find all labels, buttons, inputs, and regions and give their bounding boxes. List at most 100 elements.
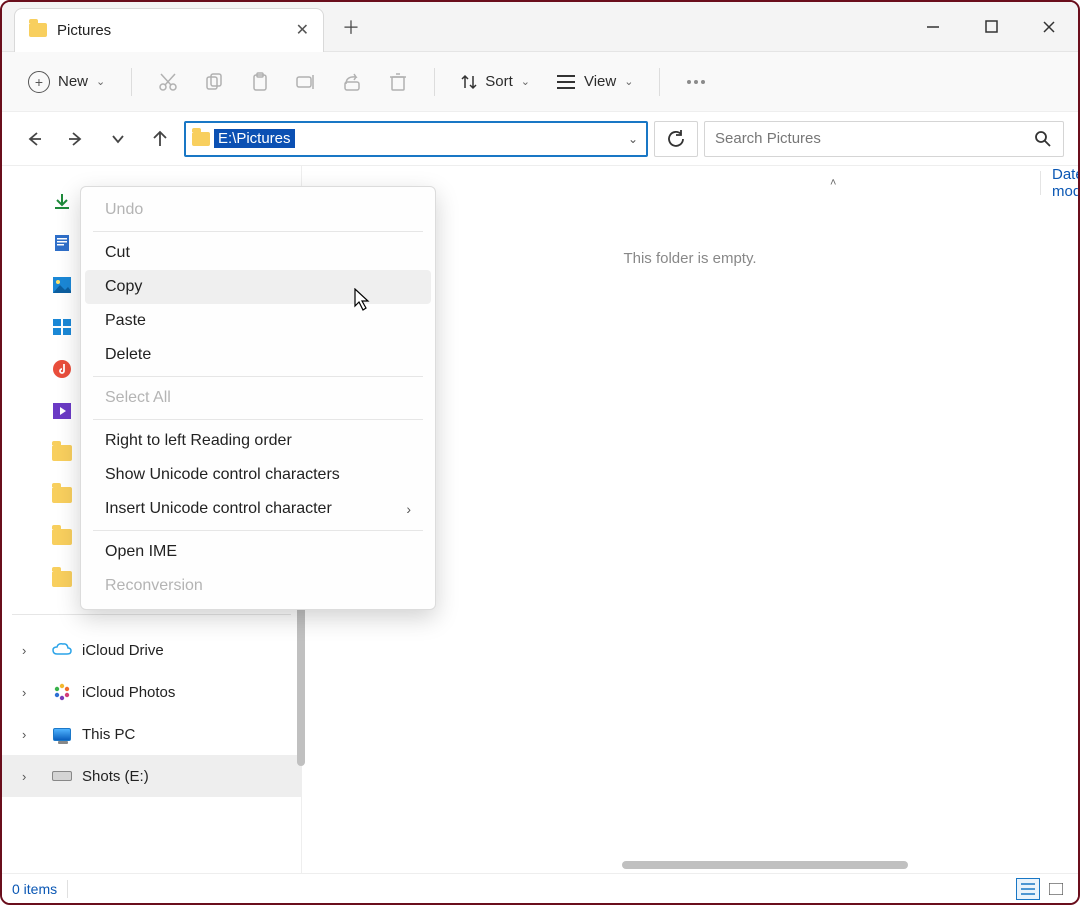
sidebar-item-this-pc[interactable]: › This PC (2, 713, 301, 755)
delete-button[interactable] (378, 62, 418, 102)
list-icon (556, 74, 576, 90)
command-bar: + New ⌄ Sort ⌄ View ⌄ (2, 52, 1078, 112)
title-bar: Pictures ✕ ＋ (2, 2, 1078, 52)
thumbnails-view-button[interactable] (1044, 878, 1068, 900)
toolbar-separator (659, 68, 660, 96)
view-button-label: View (584, 73, 616, 90)
maximize-icon (985, 20, 998, 33)
separator (12, 614, 291, 615)
navigation-bar: E:\Pictures ⌄ Search Pictures (2, 112, 1078, 166)
tab-title: Pictures (57, 22, 111, 39)
sort-button[interactable]: Sort ⌄ (451, 67, 540, 97)
sort-icon (461, 73, 477, 91)
chevron-down-icon: ⌄ (624, 75, 633, 88)
folder-icon (52, 487, 72, 503)
thumbnails-view-icon (1049, 883, 1063, 895)
drive-icon (52, 767, 72, 785)
chevron-right-icon[interactable]: › (22, 769, 26, 784)
arrow-right-icon (67, 130, 85, 148)
menu-item-open-ime[interactable]: Open IME (85, 535, 431, 569)
arrow-left-icon (25, 130, 43, 148)
sidebar-item-label: Shots (E:) (82, 768, 149, 785)
pictures-icon (52, 276, 72, 294)
recent-locations-button[interactable] (100, 121, 136, 157)
menu-item-rtl[interactable]: Right to left Reading order (85, 424, 431, 458)
new-button[interactable]: + New ⌄ (18, 65, 115, 99)
view-button[interactable]: View ⌄ (546, 67, 643, 96)
address-bar[interactable]: E:\Pictures ⌄ (184, 121, 648, 157)
chevron-right-icon[interactable]: › (22, 685, 26, 700)
chevron-right-icon[interactable]: › (22, 643, 26, 658)
sidebar-item-icloud-drive[interactable]: › iCloud Drive (2, 629, 301, 671)
music-icon (52, 360, 72, 378)
context-menu: Undo Cut Copy Paste Delete Select All Ri… (80, 186, 436, 610)
folder-icon (29, 23, 47, 37)
search-icon[interactable] (1035, 131, 1051, 147)
scissors-icon (158, 72, 178, 92)
close-icon (1042, 20, 1056, 34)
menu-item-undo: Undo (85, 193, 431, 227)
chevron-down-icon: ⌄ (96, 75, 105, 88)
menu-separator (93, 376, 423, 377)
copy-button[interactable] (194, 62, 234, 102)
cut-button[interactable] (148, 62, 188, 102)
refresh-button[interactable] (654, 121, 698, 157)
document-icon (52, 234, 72, 252)
rename-button[interactable] (286, 62, 326, 102)
new-button-label: New (58, 73, 88, 90)
chevron-down-icon[interactable]: ⌄ (628, 132, 638, 146)
menu-item-show-unicode[interactable]: Show Unicode control characters (85, 458, 431, 492)
chevron-down-icon: ⌄ (521, 75, 530, 88)
plus-circle-icon: + (28, 71, 50, 93)
maximize-button[interactable] (962, 2, 1020, 52)
sidebar-item-label: iCloud Drive (82, 642, 164, 659)
column-separator[interactable] (1040, 171, 1041, 195)
sidebar-item-shots-e[interactable]: › Shots (E:) (2, 755, 301, 797)
pc-icon (52, 725, 72, 743)
share-icon (342, 72, 362, 92)
video-icon (52, 402, 72, 420)
search-placeholder: Search Pictures (715, 130, 821, 147)
forward-button[interactable] (58, 121, 94, 157)
search-box[interactable]: Search Pictures (704, 121, 1064, 157)
sidebar-item-label: This PC (82, 726, 135, 743)
toolbar-separator (434, 68, 435, 96)
close-window-button[interactable] (1020, 2, 1078, 52)
arrow-up-icon (151, 130, 169, 148)
file-explorer-window: Pictures ✕ ＋ + New ⌄ Sort ⌄ (0, 0, 1080, 905)
minimize-icon (926, 20, 940, 34)
paste-button[interactable] (240, 62, 280, 102)
back-button[interactable] (16, 121, 52, 157)
horizontal-scrollbar[interactable] (622, 861, 908, 869)
close-tab-icon[interactable]: ✕ (296, 20, 309, 40)
sidebar-item-label: iCloud Photos (82, 684, 175, 701)
folder-icon (52, 571, 72, 587)
sidebar-item-icloud-photos[interactable]: › iCloud Photos (2, 671, 301, 713)
menu-separator (93, 231, 423, 232)
chevron-down-icon (111, 132, 125, 146)
more-button[interactable] (676, 62, 716, 102)
download-icon (52, 192, 72, 210)
minimize-button[interactable] (904, 2, 962, 52)
ellipsis-icon (686, 79, 706, 85)
sort-button-label: Sort (485, 73, 513, 90)
folder-icon (192, 132, 210, 146)
address-text[interactable]: E:\Pictures (214, 129, 295, 148)
copy-icon (204, 72, 224, 92)
up-button[interactable] (142, 121, 178, 157)
menu-item-delete[interactable]: Delete (85, 338, 431, 372)
new-tab-button[interactable]: ＋ (324, 14, 378, 40)
status-bar: 0 items (2, 873, 1078, 903)
menu-item-insert-unicode[interactable]: Insert Unicode control character› (85, 492, 431, 526)
chevron-right-icon: › (406, 501, 411, 517)
details-view-button[interactable] (1016, 878, 1040, 900)
status-item-count: 0 items (12, 881, 57, 897)
chevron-right-icon[interactable]: › (22, 727, 26, 742)
menu-item-cut[interactable]: Cut (85, 236, 431, 270)
column-date-modified[interactable]: Date modified (1052, 166, 1080, 200)
rename-icon (295, 72, 317, 92)
tab-pictures[interactable]: Pictures ✕ (14, 8, 324, 52)
menu-item-paste[interactable]: Paste (85, 304, 431, 338)
share-button[interactable] (332, 62, 372, 102)
menu-item-copy[interactable]: Copy (85, 270, 431, 304)
